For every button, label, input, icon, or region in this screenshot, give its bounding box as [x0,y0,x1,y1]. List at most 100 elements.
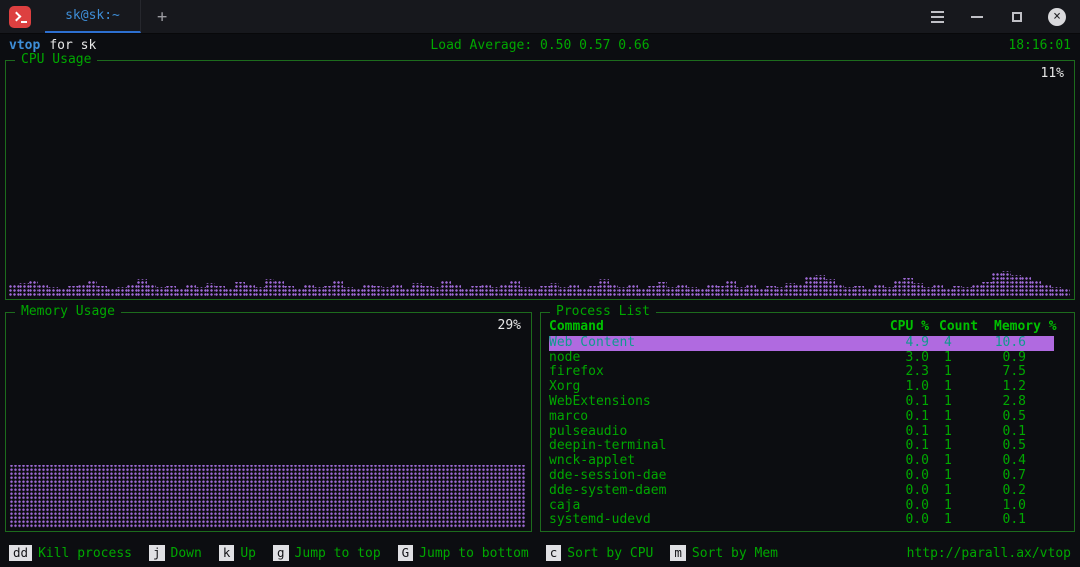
process-cell-cmd: pulseaudio [549,425,869,440]
process-row[interactable]: dde-system-daem0.010.2 [549,484,1054,499]
process-cell-cnt: 1 [929,513,982,528]
cpu-graph-column [697,288,707,297]
minimize-button[interactable] [968,8,986,26]
close-button[interactable]: × [1048,8,1066,26]
cpu-graph-column [677,285,687,297]
process-row[interactable]: deepin-terminal0.110.5 [549,439,1054,454]
titlebar-spacer [183,0,928,33]
process-row[interactable]: node3.010.9 [549,351,1054,366]
cpu-graph-column [667,287,677,297]
process-cell-cmd: Xorg [549,380,869,395]
process-cell-cpu: 4.9 [869,336,929,351]
cpu-graph-column [648,286,658,297]
clock: 18:16:01 [1008,38,1071,53]
cpu-graph-column [432,287,442,297]
process-cell-mem: 0.5 [982,439,1054,454]
process-cell-cmd: Web Content [549,336,869,351]
process-table: CommandCPU %CountMemory % Web Content4.9… [541,313,1074,531]
process-row[interactable]: dde-session-dae0.010.7 [549,469,1054,484]
process-row[interactable]: systemd-udevd0.010.1 [549,513,1054,528]
process-cell-cpu: 1.0 [869,380,929,395]
menu-button[interactable] [928,8,946,26]
process-row[interactable]: Web Content4.9410.6 [549,336,1054,351]
process-cell-cpu: 0.0 [869,469,929,484]
cpu-graph-column [835,285,845,297]
cpu-usage-value: 11% [1041,66,1064,81]
cpu-graph-column [107,288,117,297]
footer-shortcuts: ddKill processjDownkUpgJump to topGJump … [9,545,778,561]
process-column-header: Command [549,320,869,335]
cpu-graph-column [579,288,589,297]
cpu-graph-column [785,283,795,297]
process-cell-cmd: wnck-applet [549,454,869,469]
process-cell-cmd: dde-session-dae [549,469,869,484]
process-cell-cnt: 1 [929,351,982,366]
cpu-graph-column [294,288,304,297]
process-panel-title: Process List [550,304,656,319]
cpu-graph-column [884,287,894,297]
cpu-graph-column [825,279,835,297]
cpu-graph-column [196,287,206,297]
cpu-graph-column [717,286,727,297]
process-row[interactable]: WebExtensions0.112.8 [549,395,1054,410]
process-row[interactable]: firefox2.317.5 [549,365,1054,380]
shortcut-key: G [398,545,414,561]
cpu-graph-column [923,287,933,297]
cpu-graph-column [894,281,904,297]
vtop-status-line: vtop for sk Load Average: 0.50 0.57 0.66… [0,34,1080,56]
process-cell-cpu: 2.3 [869,365,929,380]
terminal-tab[interactable]: sk@sk:~ [45,0,141,33]
process-row[interactable]: pulseaudio0.110.1 [549,425,1054,440]
load-average: Load Average: 0.50 0.57 0.66 [0,38,1080,53]
cpu-graph-column [687,287,697,297]
cpu-graph-column [58,288,68,297]
cpu-graph-column [1061,288,1071,297]
shortcut-key: g [273,545,289,561]
process-row[interactable]: caja0.011.0 [549,499,1054,514]
maximize-button[interactable] [1008,8,1026,26]
process-cell-cnt: 1 [929,425,982,440]
shortcut-label: Down [171,546,202,561]
cpu-graph-column [284,286,294,297]
cpu-graph-column [707,284,717,297]
process-cell-mem: 2.8 [982,395,1054,410]
process-cell-cpu: 0.0 [869,484,929,499]
process-row[interactable]: wnck-applet0.010.4 [549,454,1054,469]
cpu-graph-column [29,281,39,297]
cpu-graph-column [658,282,668,297]
process-cell-cnt: 1 [929,484,982,499]
memory-graph [10,465,526,528]
cpu-graph-column [343,287,353,297]
memory-panel-title: Memory Usage [15,304,121,319]
cpu-graph-column [215,286,225,297]
process-cell-cnt: 1 [929,499,982,514]
new-tab-button[interactable]: + [141,0,183,33]
cpu-graph-column [815,275,825,297]
process-row[interactable]: Xorg1.011.2 [549,380,1054,395]
cpu-graph-column [982,282,992,297]
footer-shortcut: jDown [149,545,202,561]
footer-shortcut: kUp [219,545,256,561]
cpu-graph-column [373,286,383,297]
cpu-graph-column [854,286,864,297]
cpu-graph-column [461,288,471,297]
process-column-header: Count [929,320,982,335]
shortcut-label: Sort by CPU [567,546,653,561]
process-row[interactable]: marco0.110.5 [549,410,1054,425]
vtop-url[interactable]: http://parall.ax/vtop [907,546,1071,561]
cpu-graph-column [599,279,609,297]
shortcut-label: Up [240,546,256,561]
memory-panel: Memory Usage 29% [5,312,532,532]
cpu-graph-column [933,285,943,297]
process-cell-cmd: node [549,351,869,366]
shortcut-label: Jump to bottom [419,546,529,561]
cpu-graph-column [412,283,422,297]
process-cell-cpu: 0.0 [869,499,929,514]
process-cell-mem: 0.2 [982,484,1054,499]
cpu-graph-column [147,285,157,297]
cpu-panel-title: CPU Usage [15,52,97,67]
cpu-graph-column [726,281,736,297]
cpu-graph-column [402,288,412,297]
cpu-graph-column [1021,277,1031,297]
cpu-graph-column [972,285,982,297]
